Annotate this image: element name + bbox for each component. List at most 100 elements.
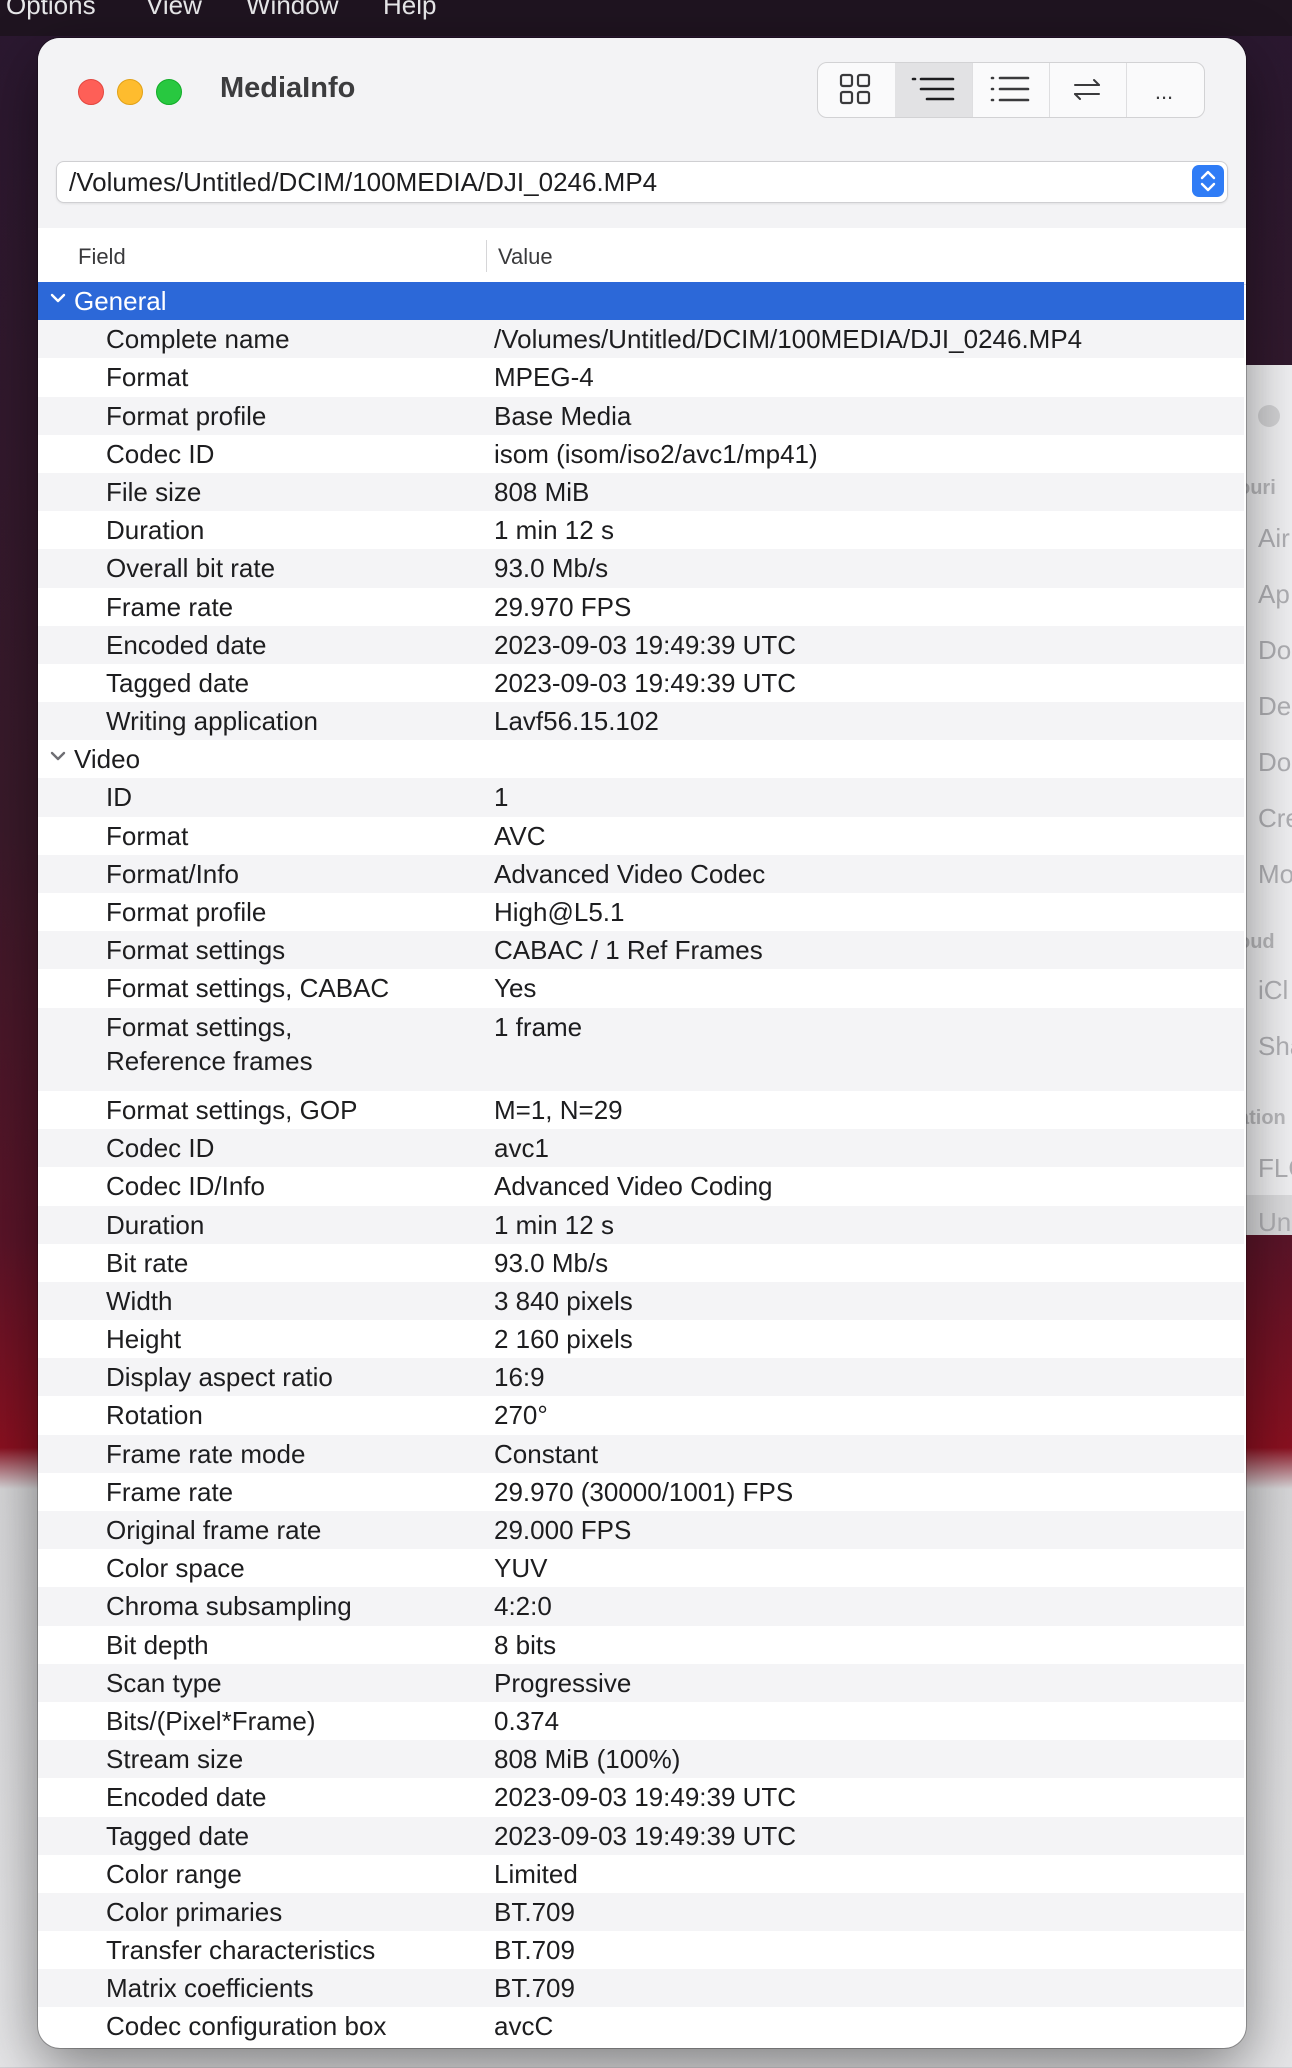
tree-view-button[interactable]: [895, 63, 973, 117]
table-row[interactable]: Color range Limited: [38, 1855, 1244, 1893]
swap-button[interactable]: [1049, 63, 1127, 117]
sidebar-item[interactable]: Do: [1258, 635, 1291, 666]
table-row[interactable]: Format settings CABAC / 1 Ref Frames: [38, 931, 1244, 970]
field-name: Bit depth: [106, 1629, 209, 1660]
swap-icon: [1074, 79, 1100, 100]
table-row[interactable]: Encoded date 2023-09-03 19:49:39 UTC: [38, 625, 1244, 664]
table-row[interactable]: Encoded date 2023-09-03 19:49:39 UTC: [38, 1778, 1244, 1816]
table-row[interactable]: Format AVC: [38, 817, 1244, 855]
table-row[interactable]: Bits/(Pixel*Frame) 0.374: [38, 1702, 1244, 1740]
field-name: Codec ID/Info: [106, 1171, 265, 1202]
table-row[interactable]: Bit rate 93.0 Mb/s: [38, 1244, 1244, 1282]
table-row[interactable]: Overall bit rate 93.0 Mb/s: [38, 549, 1244, 588]
field-name: Transfer characteristics: [106, 1935, 376, 1966]
table-row[interactable]: Frame rate 29.970 FPS: [38, 588, 1244, 626]
table-row[interactable]: Codec ID avc1: [38, 1129, 1244, 1168]
column-divider[interactable]: [486, 240, 487, 272]
sidebar-item[interactable]: Sha: [1258, 1031, 1292, 1062]
field-value: High@L5.1: [494, 897, 625, 927]
field-name: Format settings, CABAC: [106, 973, 390, 1004]
column-header-value[interactable]: Value: [498, 244, 553, 270]
table-row[interactable]: Frame rate 29.970 (30000/1001) FPS: [38, 1473, 1244, 1511]
sidebar-item[interactable]: FLO: [1258, 1153, 1292, 1184]
menu-options[interactable]: Options: [6, 0, 96, 21]
table-row[interactable]: Width 3 840 pixels: [38, 1281, 1244, 1321]
list-view-icon: [990, 76, 1030, 102]
table-row[interactable]: Format/Info Advanced Video Codec: [38, 854, 1244, 893]
field-value: 8 bits: [494, 1629, 557, 1660]
field-name: Codec configuration box: [106, 2011, 387, 2042]
menu-help[interactable]: Help: [383, 0, 436, 21]
section-label: Video: [74, 744, 141, 775]
field-name: Codec ID: [106, 1133, 215, 1164]
sidebar-item[interactable]: Ap: [1258, 579, 1290, 610]
table-row[interactable]: Duration 1 min 12 s: [38, 511, 1244, 549]
table-row[interactable]: Tagged date 2023-09-03 19:49:39 UTC: [38, 664, 1244, 702]
field-name: Format: [106, 820, 189, 851]
field-name: Color primaries: [106, 1896, 283, 1927]
table-row[interactable]: Format MPEG-4: [38, 358, 1244, 396]
section-row-video[interactable]: Video: [38, 740, 1244, 778]
mediainfo-window: MediaInfo ... /Volumes/Untitled/DCIM/100…: [38, 38, 1246, 2048]
menu-view[interactable]: View: [146, 0, 202, 21]
file-path-popup[interactable]: /Volumes/Untitled/DCIM/100MEDIA/DJI_0246…: [56, 161, 1228, 203]
table-row[interactable]: Format settings, GOP M=1, N=29: [38, 1091, 1244, 1129]
table-row[interactable]: Color space YUV: [38, 1549, 1244, 1587]
sidebar-item[interactable]: Un: [1258, 1207, 1291, 1235]
field-name: Format profile: [106, 897, 267, 927]
field-value: isom (isom/iso2/avc1/mp41): [494, 438, 818, 469]
table-row[interactable]: Format profile Base Media: [38, 396, 1244, 435]
table-row[interactable]: Codec ID/Info Advanced Video Coding: [38, 1167, 1244, 1205]
sidebar-item[interactable]: Do: [1258, 747, 1291, 778]
table-row[interactable]: Original frame rate 29.000 FPS: [38, 1511, 1244, 1550]
field-value: 93.0 Mb/s: [494, 553, 609, 584]
table-row[interactable]: Scan type Progressive: [38, 1663, 1244, 1702]
field-value: avcC: [494, 2011, 554, 2042]
table-row[interactable]: Transfer characteristics BT.709: [38, 1931, 1244, 1969]
close-button[interactable]: [78, 79, 104, 105]
window-title: MediaInfo: [220, 72, 356, 104]
table-row[interactable]: Duration 1 min 12 s: [38, 1205, 1244, 1244]
chevron-down-icon[interactable]: [48, 746, 68, 766]
zoom-button[interactable]: [156, 79, 182, 105]
field-value: 2023-09-03 19:49:39 UTC: [494, 1820, 797, 1851]
table-row[interactable]: Format settings, CABAC Yes: [38, 969, 1244, 1007]
table-row[interactable]: Rotation 270°: [38, 1396, 1244, 1434]
column-header-field[interactable]: Field: [78, 244, 126, 270]
list-view-button[interactable]: [972, 63, 1050, 117]
table-row[interactable]: Bit depth 8 bits: [38, 1626, 1244, 1664]
section-row-general[interactable]: General: [38, 282, 1244, 321]
more-button[interactable]: ...: [1126, 63, 1203, 117]
grid-view-button[interactable]: [818, 63, 896, 117]
table-row[interactable]: Codec configuration box avcC: [38, 2007, 1244, 2045]
table-row[interactable]: Display aspect ratio 16:9: [38, 1358, 1244, 1397]
table-row[interactable]: Matrix coefficients BT.709: [38, 1969, 1244, 2008]
chevron-down-icon[interactable]: [48, 288, 68, 308]
table-row[interactable]: Complete name/Volumes/Untitled/DCIM/100M…: [38, 320, 1244, 359]
table-row[interactable]: Stream size 808 MiB (100%): [38, 1740, 1244, 1779]
field-name: Stream size: [106, 1744, 244, 1775]
sidebar-item[interactable]: Mo: [1258, 859, 1292, 890]
field-value: 2023-09-03 19:49:39 UTC: [494, 629, 797, 660]
table-row[interactable]: Height 2 160 pixels: [38, 1320, 1244, 1358]
sidebar-item[interactable]: Cre: [1258, 803, 1292, 834]
table-row[interactable]: Chroma subsampling 4:2:0: [38, 1587, 1244, 1626]
svg-text:...: ...: [1155, 79, 1173, 104]
field-value: avc1: [494, 1133, 549, 1164]
sidebar-item[interactable]: iCl: [1258, 975, 1288, 1006]
table-row[interactable]: Tagged date 2023-09-03 19:49:39 UTC: [38, 1816, 1244, 1855]
table-row[interactable]: Frame rate mode Constant: [38, 1434, 1244, 1473]
table-row[interactable]: Writing application Lavf56.15.102: [38, 702, 1244, 741]
menu-window[interactable]: Window: [246, 0, 338, 21]
table-row[interactable]: Codec ID isom (isom/iso2/avc1/mp41): [38, 435, 1244, 473]
field-value: BT.709: [494, 1973, 575, 2004]
table-row[interactable]: ID 1: [38, 778, 1244, 817]
sidebar-item[interactable]: Air: [1258, 523, 1290, 554]
table-row[interactable]: Format profile High@L5.1: [38, 893, 1244, 931]
table-row[interactable]: Format settings, Reference frames 1 frame: [38, 1007, 1244, 1091]
field-value: 2 160 pixels: [494, 1324, 633, 1355]
sidebar-item[interactable]: De: [1258, 691, 1291, 722]
minimize-button[interactable]: [117, 79, 143, 105]
table-row[interactable]: File size 808 MiB: [38, 472, 1244, 512]
table-row[interactable]: Color primaries BT.709: [38, 1892, 1244, 1932]
